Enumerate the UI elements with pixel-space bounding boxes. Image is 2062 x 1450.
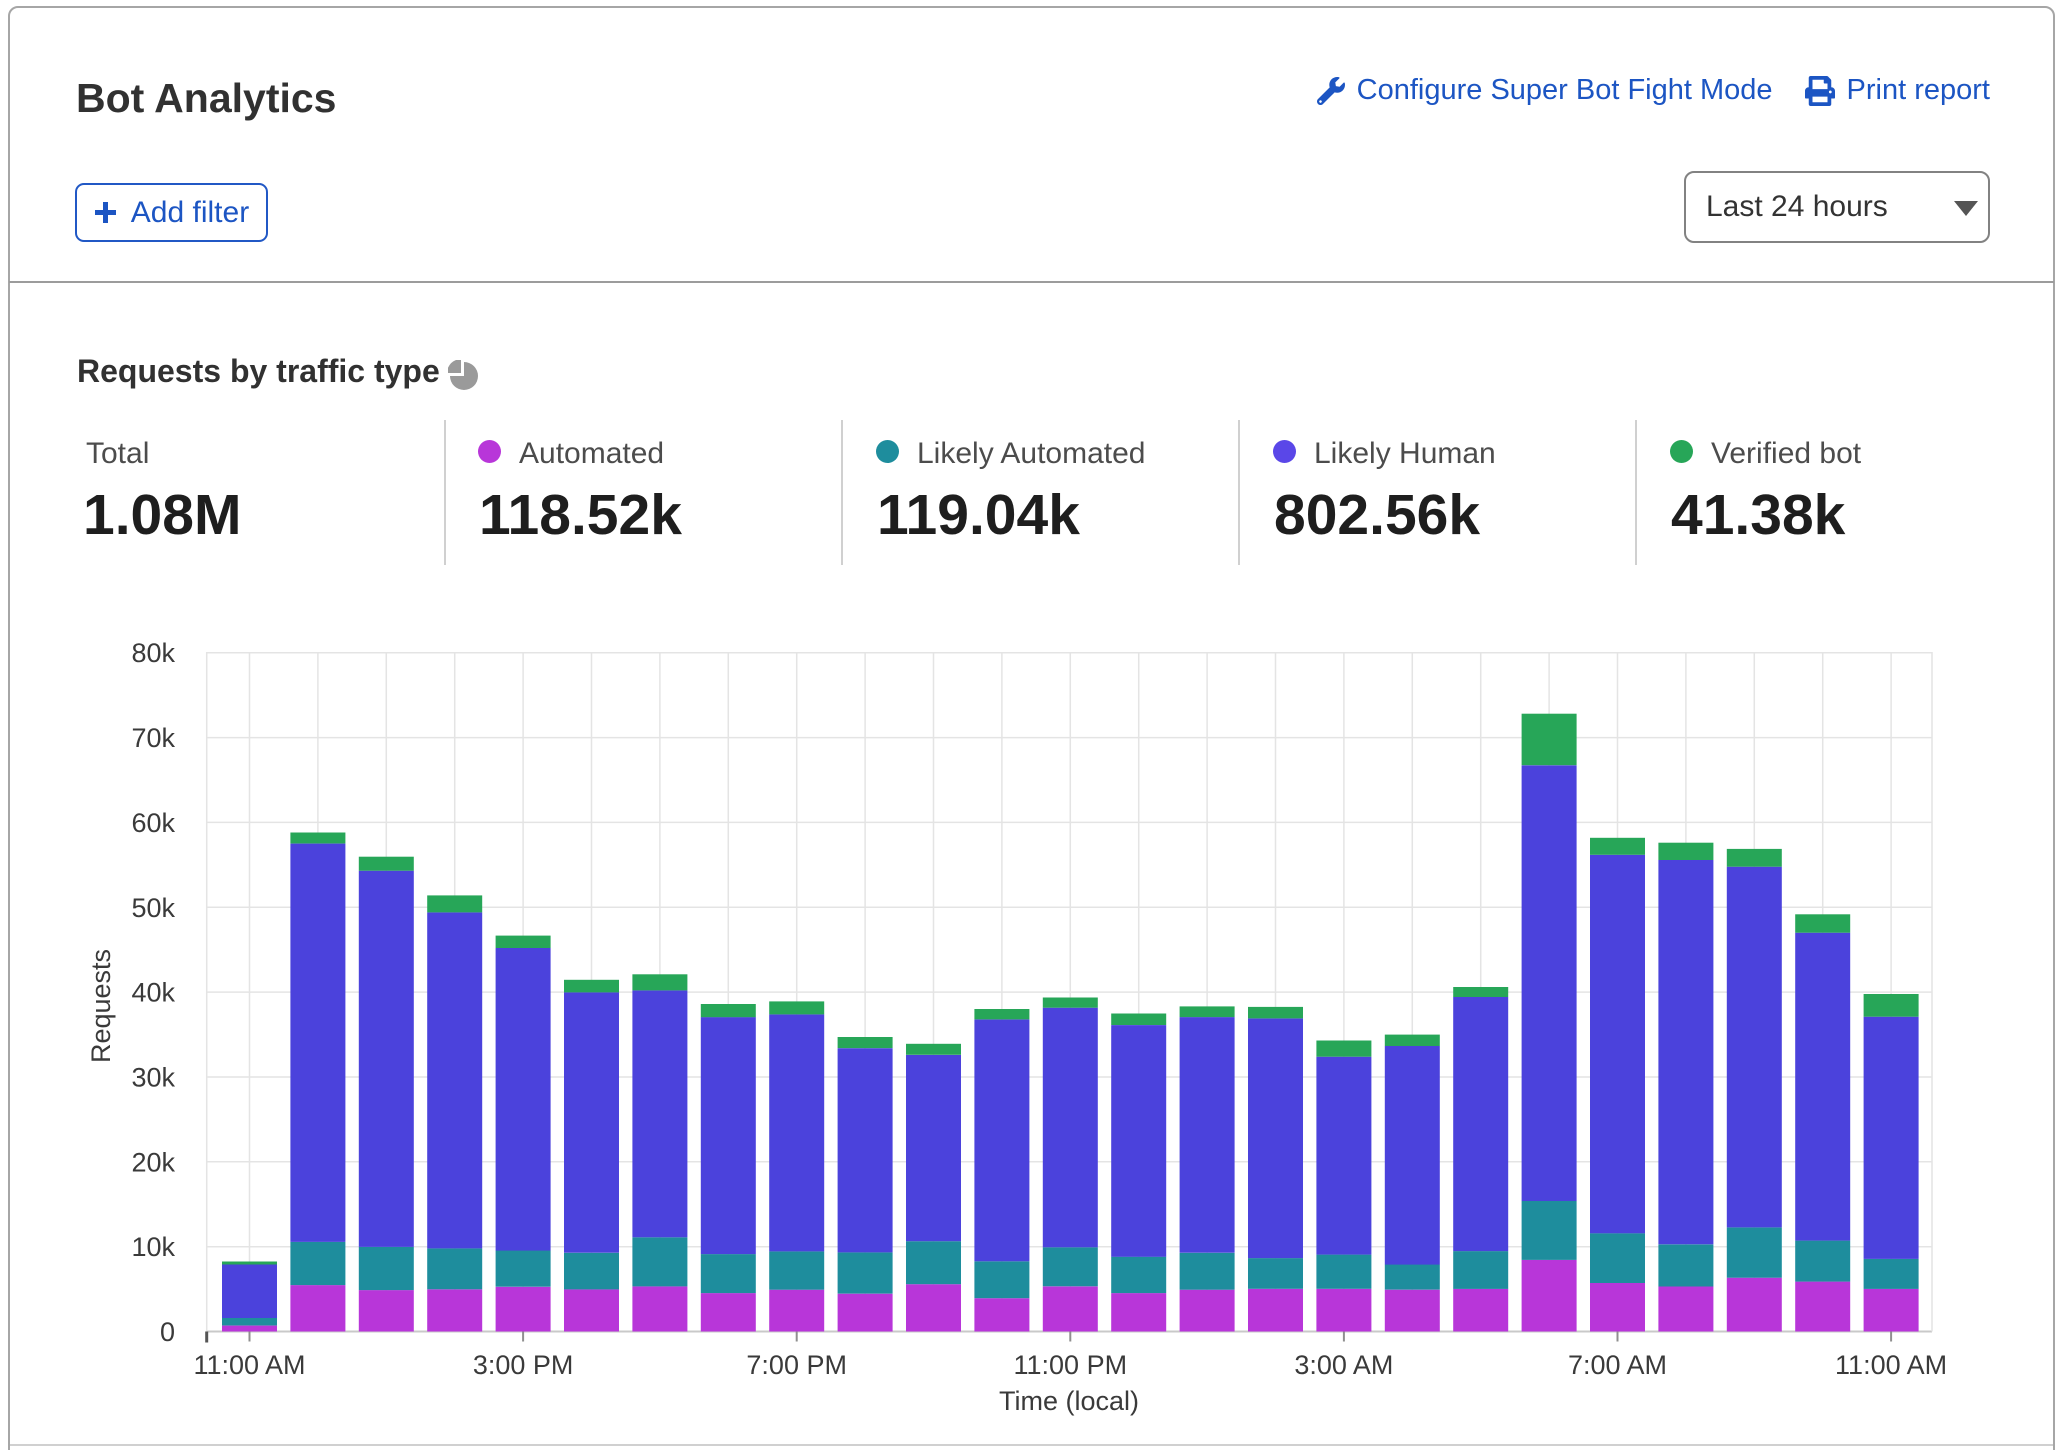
svg-text:20k: 20k <box>131 1147 175 1177</box>
svg-text:0: 0 <box>160 1317 175 1347</box>
svg-text:Requests: Requests <box>86 949 116 1063</box>
svg-text:60k: 60k <box>131 808 175 838</box>
svg-text:3:00 PM: 3:00 PM <box>473 1350 574 1380</box>
svg-text:7:00 AM: 7:00 AM <box>1568 1350 1667 1380</box>
svg-text:40k: 40k <box>131 978 175 1008</box>
svg-text:11:00 PM: 11:00 PM <box>1014 1350 1128 1380</box>
svg-text:70k: 70k <box>131 723 175 753</box>
svg-text:11:00 AM: 11:00 AM <box>1835 1350 1947 1380</box>
svg-text:3:00 AM: 3:00 AM <box>1294 1350 1393 1380</box>
svg-text:Time (local): Time (local) <box>999 1386 1139 1416</box>
svg-text:80k: 80k <box>131 638 175 668</box>
svg-text:30k: 30k <box>131 1063 175 1093</box>
svg-text:10k: 10k <box>131 1232 175 1262</box>
svg-text:7:00 PM: 7:00 PM <box>746 1350 847 1380</box>
svg-text:50k: 50k <box>131 893 175 923</box>
svg-text:11:00 AM: 11:00 AM <box>193 1350 305 1380</box>
